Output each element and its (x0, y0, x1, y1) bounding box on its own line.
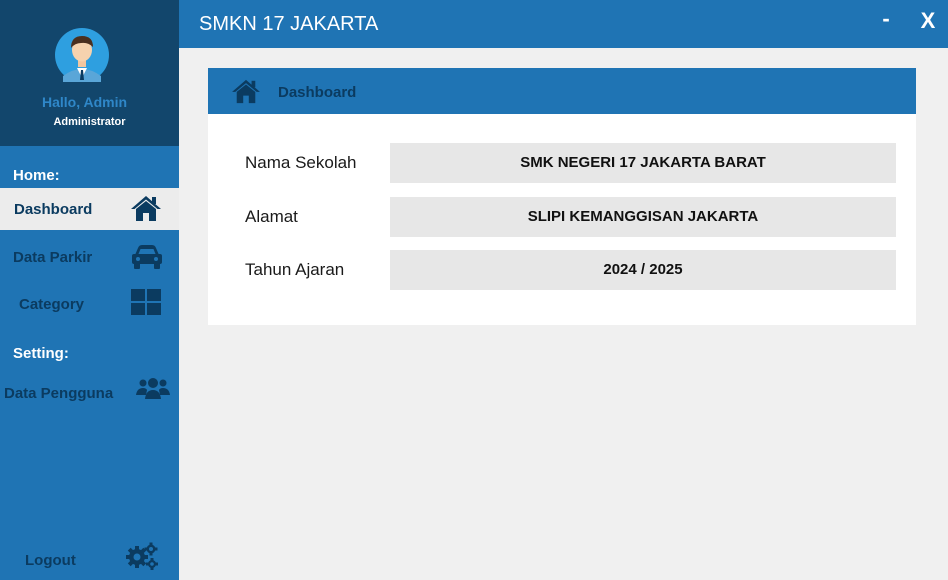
sidebar-item-dashboard[interactable]: Dashboard (0, 188, 179, 230)
car-icon (132, 245, 162, 269)
grid-icon (131, 289, 161, 315)
tahun-ajaran-value: 2024 / 2025 (390, 250, 896, 290)
sidebar: Hallo, Admin Administrator Home: Dashboa… (0, 0, 179, 580)
dashboard-card: Dashboard Nama Sekolah SMK NEGERI 17 JAK… (208, 68, 916, 325)
admin-avatar (55, 28, 109, 82)
users-icon (136, 378, 170, 399)
window-title: SMKN 17 JAKARTA (199, 13, 379, 35)
tahun-ajaran-label: Tahun Ajaran (245, 260, 345, 279)
greeting-text: Hallo, Admin (41, 94, 128, 110)
logout-label: Logout (25, 552, 76, 569)
home-icon (232, 79, 260, 104)
close-button[interactable]: X (917, 8, 939, 38)
alamat-label: Alamat (245, 207, 298, 226)
role-text: Administrator (53, 116, 126, 128)
sidebar-item-label: Data Pengguna (4, 385, 114, 402)
dashboard-title: Dashboard (278, 84, 357, 101)
sidebar-item-category[interactable]: Category (0, 283, 179, 325)
minimize-button[interactable]: - (876, 6, 896, 36)
nama-sekolah-value: SMK NEGERI 17 JAKARTA BARAT (390, 143, 896, 183)
home-section-label: Home: (13, 167, 60, 184)
sidebar-item-data-parkir[interactable]: Data Parkir (0, 236, 179, 278)
sidebar-item-label: Dashboard (14, 201, 93, 218)
setting-section-label: Setting: (13, 345, 69, 362)
sidebar-item-label: Data Parkir (13, 249, 93, 266)
gears-icon (126, 542, 158, 570)
nama-sekolah-label: Nama Sekolah (245, 153, 357, 172)
logout-button[interactable]: Logout (0, 538, 179, 580)
sidebar-item-label: Category (19, 296, 85, 313)
profile-panel: Hallo, Admin Administrator (0, 0, 179, 146)
dashboard-header: Dashboard (208, 68, 916, 114)
alamat-value: SLIPI KEMANGGISAN JAKARTA (390, 197, 896, 237)
home-icon (131, 196, 161, 221)
title-bar: SMKN 17 JAKARTA - X (179, 0, 948, 48)
sidebar-item-data-pengguna[interactable]: Data Pengguna (0, 371, 179, 413)
